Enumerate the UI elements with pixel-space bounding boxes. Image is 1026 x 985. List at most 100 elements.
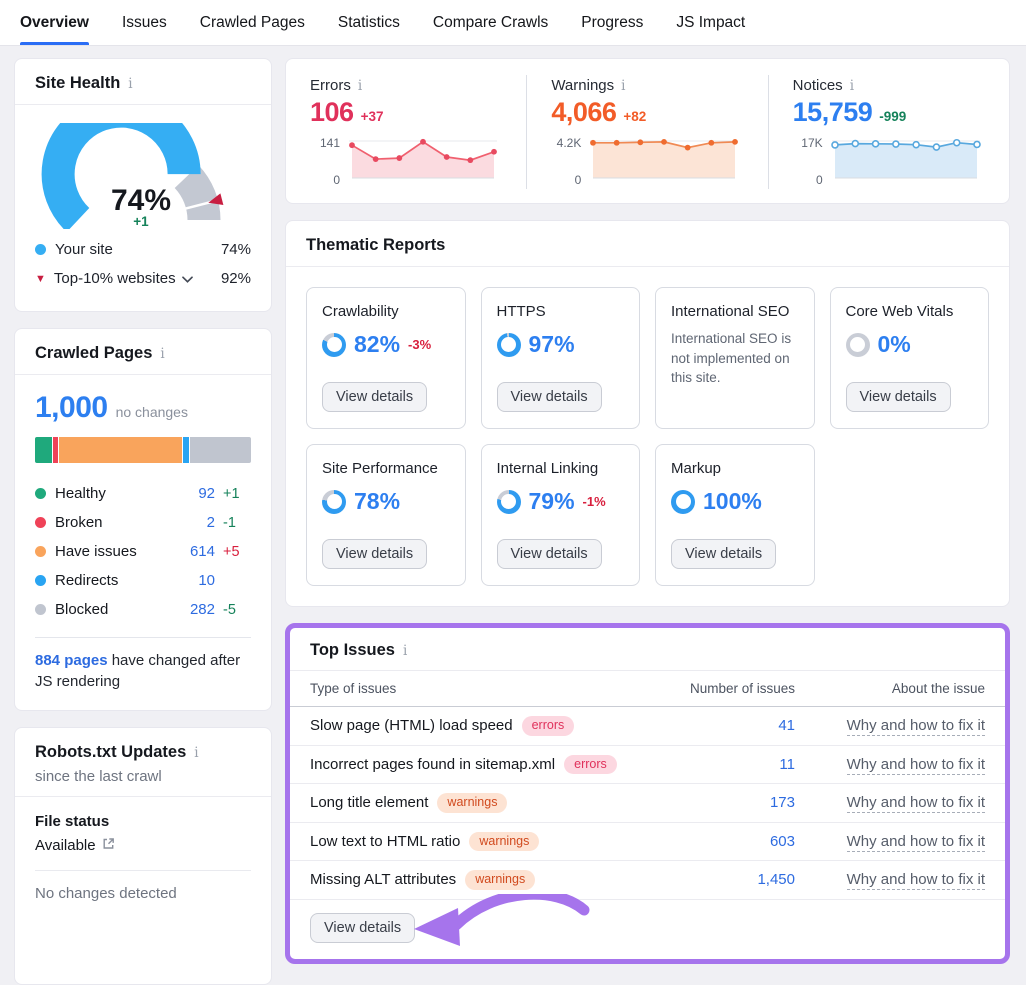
legend-dot bbox=[35, 575, 46, 586]
nav-tab-js-impact[interactable]: JS Impact bbox=[676, 0, 745, 45]
stat-value[interactable]: 15,759 bbox=[793, 97, 873, 128]
why-how-to-fix-link[interactable]: Why and how to fix it bbox=[847, 794, 985, 813]
legend-delta: +1 bbox=[223, 486, 251, 502]
stat-sparkline: 1410 bbox=[310, 136, 502, 189]
crawled-pages-total: 1,000 bbox=[35, 391, 108, 425]
site-health-header: Site Health i bbox=[15, 59, 271, 105]
view-details-button[interactable]: View details bbox=[497, 539, 602, 569]
view-details-button[interactable]: View details bbox=[846, 382, 951, 412]
stat-value-row: 4,066 +82 bbox=[551, 97, 743, 128]
info-icon[interactable]: i bbox=[358, 78, 362, 94]
issue-count-cell: 11 bbox=[680, 756, 795, 773]
nav-tab-overview[interactable]: Overview bbox=[20, 0, 89, 45]
tile-label: Internal Linking bbox=[497, 460, 625, 477]
legend-count-link[interactable]: 10 bbox=[179, 572, 215, 589]
site-health-gauge: 74% +1 bbox=[35, 123, 251, 229]
legend-delta: -1 bbox=[223, 515, 251, 531]
info-icon[interactable]: i bbox=[160, 346, 164, 362]
stat-y-axis: 4.2K0 bbox=[551, 136, 581, 189]
view-details-button[interactable]: View details bbox=[322, 382, 427, 412]
legend-count-link[interactable]: 282 bbox=[179, 601, 215, 618]
nav-tab-crawled-pages[interactable]: Crawled Pages bbox=[200, 0, 305, 45]
why-how-to-fix-link[interactable]: Why and how to fix it bbox=[847, 833, 985, 852]
issue-count-link[interactable]: 603 bbox=[770, 833, 795, 850]
bar-segment-have-issues bbox=[58, 437, 182, 463]
severity-badge-warnings: warnings bbox=[465, 870, 535, 890]
tile-percent: 78% bbox=[354, 488, 400, 515]
external-link-icon bbox=[102, 837, 115, 854]
why-how-to-fix-link[interactable]: Why and how to fix it bbox=[847, 717, 985, 736]
legend-dot bbox=[35, 604, 46, 615]
issue-row-incorrect-pages-found-in-sitemap-xml: Incorrect pages found in sitemap.xmlerro… bbox=[290, 746, 1005, 785]
tile-international-seo: International SEOInternational SEO is no… bbox=[655, 287, 815, 429]
info-icon[interactable]: i bbox=[621, 78, 625, 94]
tile-site-performance: Site Performance78%View details bbox=[306, 444, 466, 586]
issue-row-long-title-element: Long title elementwarnings173Why and how… bbox=[290, 784, 1005, 823]
stat-y-axis: 1410 bbox=[310, 136, 340, 189]
tile-score: 0% bbox=[846, 331, 974, 358]
nav-tab-progress[interactable]: Progress bbox=[581, 0, 643, 45]
legend-label: Your site bbox=[55, 241, 113, 258]
chevron-down-icon[interactable] bbox=[182, 270, 193, 287]
main-column: Errorsi106+371410 Warningsi4,066+824.2K0… bbox=[285, 58, 1010, 985]
issue-count-link[interactable]: 1,450 bbox=[757, 871, 795, 888]
stat-label-row: Noticesi bbox=[793, 77, 985, 94]
nav-tab-issues[interactable]: Issues bbox=[122, 0, 167, 45]
why-how-to-fix-link[interactable]: Why and how to fix it bbox=[847, 756, 985, 775]
crawled-legend-row-healthy: Healthy92+1 bbox=[35, 479, 251, 508]
view-details-button[interactable]: View details bbox=[322, 539, 427, 569]
tile-percent: 82% bbox=[354, 331, 400, 358]
info-icon[interactable]: i bbox=[850, 78, 854, 94]
info-icon[interactable]: i bbox=[128, 76, 132, 92]
annotation-arrow bbox=[398, 894, 594, 959]
stat-value[interactable]: 4,066 bbox=[551, 97, 616, 128]
issue-count-link[interactable]: 11 bbox=[779, 756, 795, 773]
view-details-button[interactable]: View details bbox=[497, 382, 602, 412]
page-layout: Site Health i 74% +1 Your site74%▼Top-10… bbox=[0, 46, 1026, 985]
issue-count-link[interactable]: 173 bbox=[770, 794, 795, 811]
info-icon[interactable]: i bbox=[403, 643, 407, 659]
issue-help-cell: Why and how to fix it bbox=[795, 794, 985, 811]
issue-row-low-text-to-html-ratio: Low text to HTML ratiowarnings603Why and… bbox=[290, 823, 1005, 862]
legend-label: Top-10% websites bbox=[54, 270, 176, 287]
bar-segment-healthy bbox=[35, 437, 52, 463]
thematic-header: Thematic Reports bbox=[286, 221, 1009, 267]
site-health-legend: Your site74%▼Top-10% websites92% bbox=[35, 235, 251, 293]
robots-header: Robots.txt Updates i since the last craw… bbox=[15, 728, 271, 797]
crawled-pages-header: Crawled Pages i bbox=[15, 329, 271, 375]
nav-tab-statistics[interactable]: Statistics bbox=[338, 0, 400, 45]
issue-count-link[interactable]: 41 bbox=[778, 717, 795, 734]
y-max-label: 4.2K bbox=[551, 136, 581, 150]
legend-count-link[interactable]: 92 bbox=[179, 485, 215, 502]
tile-description: International SEO is not implemented on … bbox=[671, 329, 799, 388]
site-health-title: Site Health bbox=[35, 74, 120, 93]
legend-dot bbox=[35, 546, 46, 557]
legend-row-top-10-websites[interactable]: ▼Top-10% websites92% bbox=[35, 264, 251, 293]
left-column: Site Health i 74% +1 Your site74%▼Top-10… bbox=[14, 58, 272, 985]
legend-label: Redirects bbox=[55, 572, 118, 589]
top-issues-view-details-button[interactable]: View details bbox=[310, 913, 415, 943]
top-issues-footer: View details bbox=[290, 900, 1005, 959]
nav-tab-compare-crawls[interactable]: Compare Crawls bbox=[433, 0, 548, 45]
stat-delta: +82 bbox=[623, 109, 646, 124]
why-how-to-fix-link[interactable]: Why and how to fix it bbox=[847, 871, 985, 890]
view-details-button[interactable]: View details bbox=[671, 539, 776, 569]
legend-count-link[interactable]: 614 bbox=[179, 543, 215, 560]
progress-ring-icon bbox=[322, 333, 346, 357]
crawled-legend-row-redirects: Redirects 10 bbox=[35, 566, 251, 595]
legend-delta: -5 bbox=[223, 602, 251, 618]
sparkline-svg bbox=[347, 136, 499, 189]
info-icon[interactable]: i bbox=[194, 745, 198, 761]
file-status-link[interactable]: Available bbox=[35, 837, 251, 854]
progress-ring-icon bbox=[322, 490, 346, 514]
stat-value[interactable]: 106 bbox=[310, 97, 354, 128]
tile-percent: 100% bbox=[703, 488, 762, 515]
legend-dot bbox=[35, 244, 46, 255]
stat-warnings: Warningsi4,066+824.2K0 bbox=[526, 75, 767, 189]
crawled-pages-legend: Healthy92+1Broken2-1Have issues614+5Redi… bbox=[35, 479, 251, 624]
legend-count-link[interactable]: 2 bbox=[179, 514, 215, 531]
changed-pages-link[interactable]: 884 pages bbox=[35, 652, 108, 669]
legend-label: Have issues bbox=[55, 543, 137, 560]
issue-name-cell: Missing ALT attributeswarnings bbox=[310, 870, 680, 890]
stat-value-row: 106+37 bbox=[310, 97, 502, 128]
